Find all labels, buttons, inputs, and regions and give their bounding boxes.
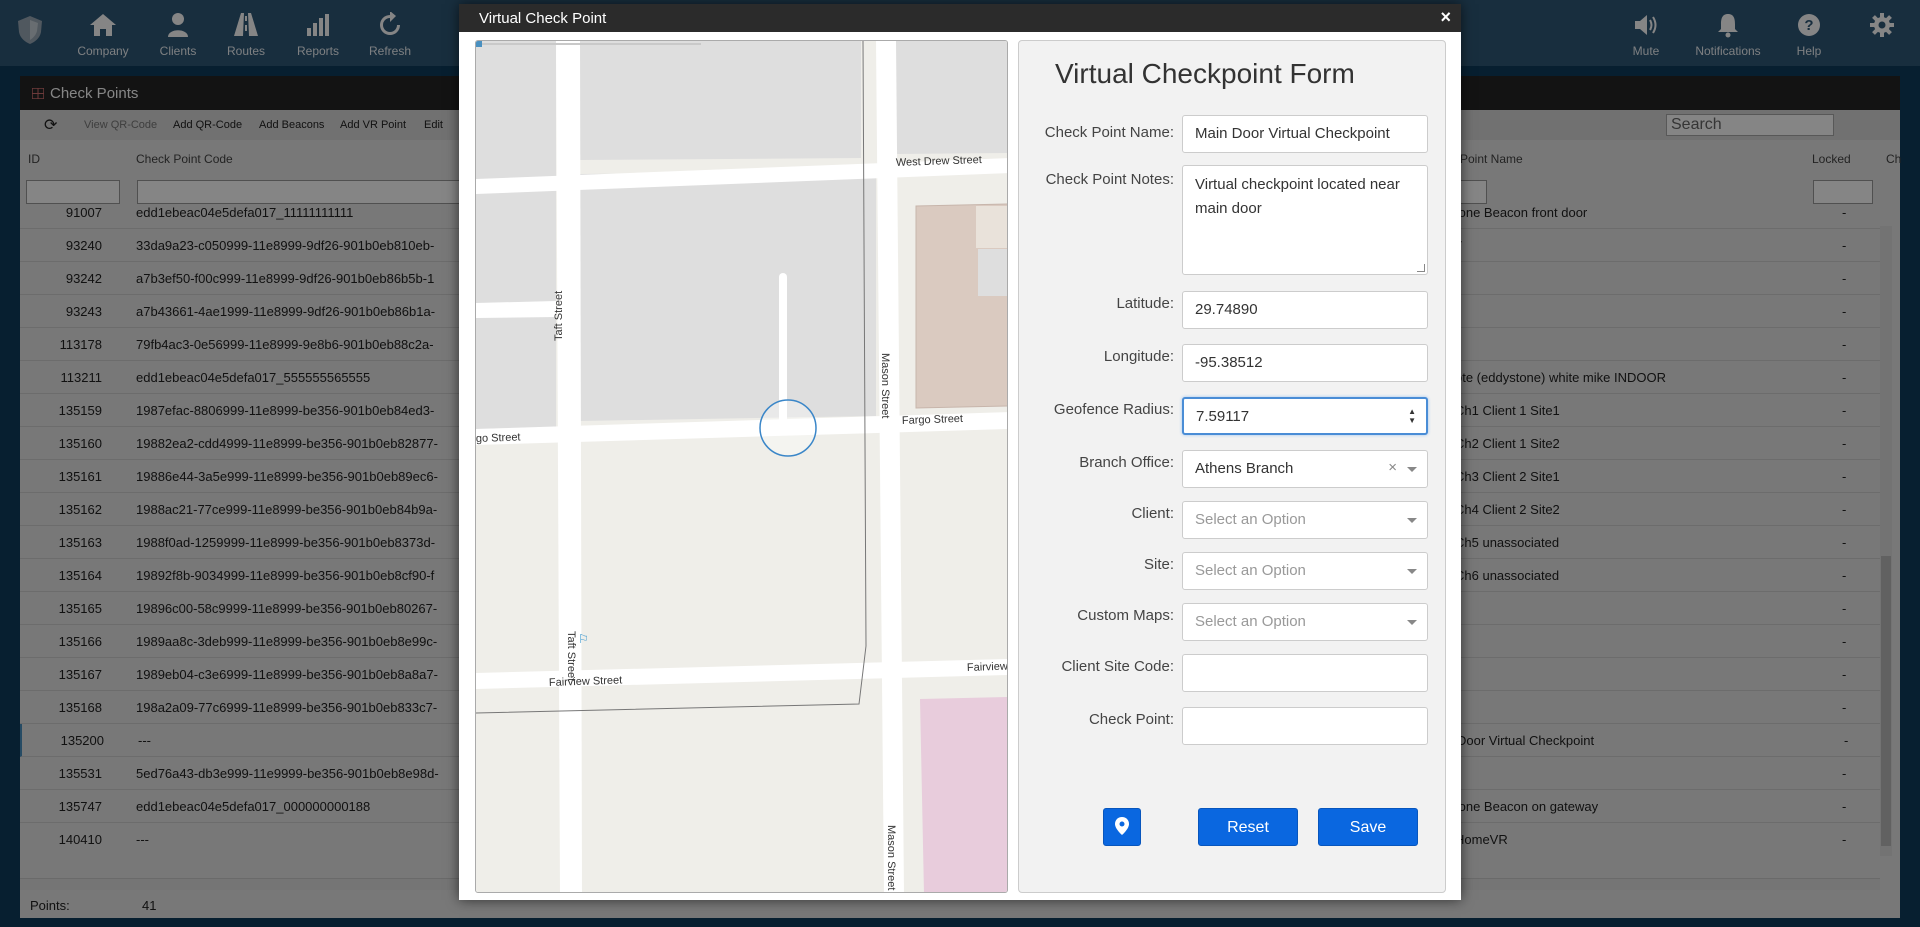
label-check-point: Check Point: [1088,711,1174,728]
label-check-point-name: Check Point Name: [1044,124,1174,141]
spinner-arrows-icon[interactable]: ▲ ▼ [1408,407,1416,425]
custom-maps-select[interactable]: Select an Option [1182,603,1428,641]
label-branch-office: Branch Office: [1079,454,1174,471]
map-label-fairview-street: Fairview Street [549,674,623,689]
site-placeholder: Select an Option [1195,562,1306,579]
map-label-fairview: Fairview [967,661,1008,674]
client-site-code-input[interactable] [1182,654,1428,692]
branch-office-value: Athens Branch [1195,460,1294,477]
label-client-site-code: Client Site Code: [1061,658,1174,675]
chevron-down-icon [1407,467,1417,472]
map-label-go-street: go Street [476,431,521,445]
label-latitude: Latitude: [1116,295,1174,312]
map-label-taft-street: Taft Street [553,291,565,341]
check-point-input[interactable] [1182,707,1428,745]
save-button[interactable]: Save [1318,808,1418,846]
map-label-fargo-street: Fargo Street [902,413,964,427]
geofence-circle[interactable] [759,399,817,457]
custom-maps-placeholder: Select an Option [1195,613,1306,630]
map-label-taft-street-lower: Taft Street [565,631,577,681]
map-view[interactable]: West Drew Street Taft Street Mason Stree… [475,40,1008,893]
modal-title: Virtual Check Point [479,10,607,27]
site-select[interactable]: Select an Option [1182,552,1428,590]
label-geofence-radius: Geofence Radius: [1053,401,1174,418]
chevron-down-icon [1407,518,1417,523]
resize-handle-icon[interactable] [1417,264,1425,272]
branch-office-select[interactable]: Athens Branch × [1182,450,1428,488]
label-longitude: Longitude: [1103,348,1174,365]
longitude-input[interactable]: -95.38512 [1182,344,1428,382]
label-check-point-notes: Check Point Notes: [1045,171,1174,188]
map-marker-icon [1115,817,1129,835]
label-client: Client: [1131,505,1174,522]
geofence-radius-input[interactable]: 7.59117 ▲ ▼ [1182,397,1428,435]
geofence-radius-value: 7.59117 [1196,408,1250,425]
check-point-notes-textarea[interactable]: Virtual checkpoint located near main doo… [1182,165,1428,275]
chevron-down-icon [1407,569,1417,574]
modal-title-bar: Virtual Check Point × [459,4,1461,32]
client-placeholder: Select an Option [1195,511,1306,528]
chevron-down-icon [1407,620,1417,625]
map-label-mason-street-lower: Mason Street [885,825,897,890]
label-site: Site: [1143,556,1174,573]
virtual-checkpoint-form: Virtual Checkpoint Form Check Point Name… [1018,40,1446,893]
virtual-check-point-modal: Virtual Check Point × West Drew Street T… [459,4,1461,900]
latitude-input[interactable]: 29.74890 [1182,291,1428,329]
form-heading: Virtual Checkpoint Form [1055,58,1355,89]
label-custom-maps: Custom Maps: [1077,607,1174,624]
check-point-name-input[interactable]: Main Door Virtual Checkpoint [1182,115,1428,153]
clear-icon[interactable]: × [1388,459,1397,476]
map-label-mason-street: Mason Street [879,353,891,418]
map-canvas[interactable]: West Drew Street Taft Street Mason Stree… [476,41,1008,893]
notes-text: Virtual checkpoint located near main doo… [1195,176,1400,217]
close-icon[interactable]: × [1440,7,1451,28]
locate-button[interactable] [1103,808,1141,846]
reset-button[interactable]: Reset [1198,808,1298,846]
client-select[interactable]: Select an Option [1182,501,1428,539]
pedestrian-icon: ⚐ [578,632,589,646]
